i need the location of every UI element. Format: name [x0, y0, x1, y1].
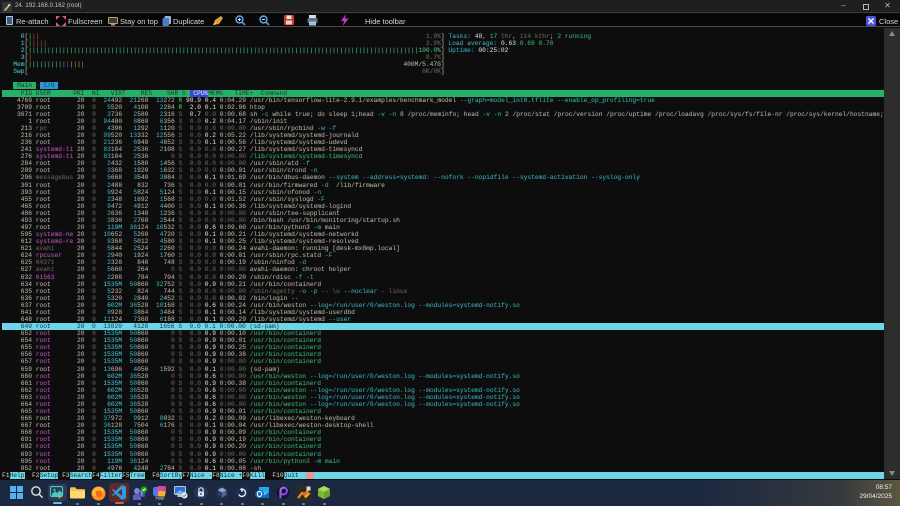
svg-text:PUSE: PUSE [156, 496, 165, 500]
